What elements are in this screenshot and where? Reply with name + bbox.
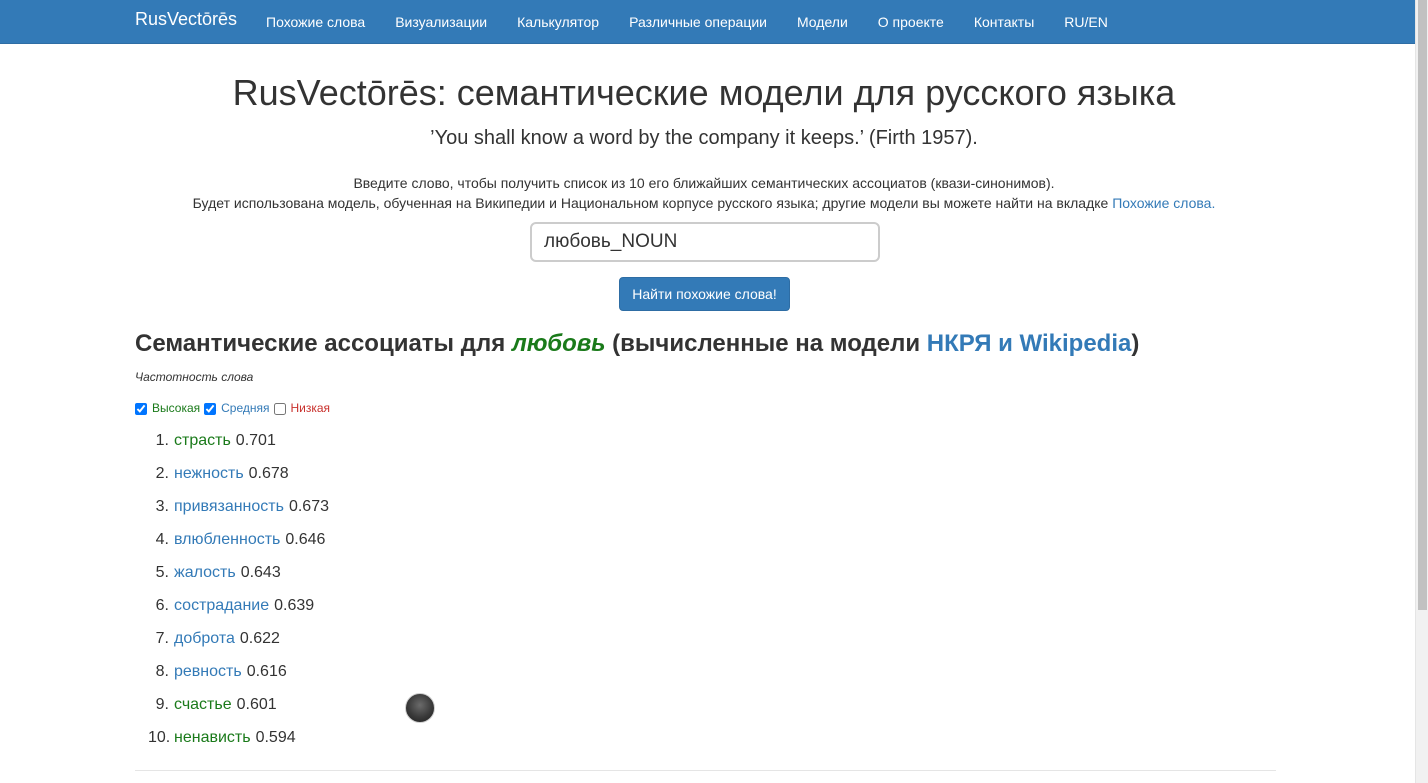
similarity-score: 0.639 (274, 597, 315, 614)
list-item: 10. ненависть 0.594 (148, 727, 329, 760)
similarity-score: 0.622 (239, 630, 280, 647)
intro-line-1: Введите слово, чтобы получить список из … (353, 175, 1055, 191)
list-item: 6. сострадание 0.639 (148, 595, 329, 628)
word-search-input[interactable] (530, 222, 880, 262)
heading-middle: (вычисленные на модели (605, 330, 927, 357)
nav-item-misc-operations[interactable]: Различные операции (614, 12, 782, 32)
query-word: любовь (511, 330, 606, 357)
associate-word-link[interactable]: счастье (174, 694, 232, 727)
list-item: 8. ревность 0.616 (148, 661, 329, 694)
item-number: 3. (155, 498, 169, 515)
similarity-score: 0.643 (240, 564, 281, 581)
high-frequency-checkbox[interactable] (135, 403, 147, 415)
item-number: 9. (155, 696, 169, 713)
page-scrollbar[interactable] (1415, 0, 1428, 783)
item-number: 6. (155, 597, 169, 614)
similar-words-link[interactable]: Похожие слова. (1112, 195, 1215, 211)
results-heading: Семантические ассоциаты для любовь (вычи… (135, 328, 1139, 360)
nav-item-similar-words[interactable]: Похожие слова (252, 12, 380, 32)
similarity-score: 0.701 (235, 432, 276, 449)
nav-item-visualizations[interactable]: Визуализации (380, 12, 502, 32)
associate-word-link[interactable]: доброта (174, 628, 235, 661)
frequency-label: Частотность слова (135, 370, 254, 384)
item-number: 7. (155, 630, 169, 647)
item-number: 1. (155, 432, 169, 449)
item-number: 5. (155, 564, 169, 581)
list-item: 3. привязанность 0.673 (148, 496, 329, 529)
nav-item-contacts[interactable]: Контакты (959, 12, 1049, 32)
list-item: 1. страсть 0.701 (148, 430, 329, 463)
item-number: 8. (155, 663, 169, 680)
heading-prefix: Семантические ассоциаты для (135, 330, 512, 357)
nav-item-models[interactable]: Модели (782, 12, 863, 32)
nav-item-language[interactable]: RU/EN (1049, 12, 1123, 32)
item-number: 2. (155, 465, 169, 482)
list-item: 2. нежность 0.678 (148, 463, 329, 496)
similarity-score: 0.646 (285, 531, 326, 548)
mid-frequency-checkbox[interactable] (204, 403, 217, 415)
nav-item-calculator[interactable]: Калькулятор (502, 12, 614, 32)
list-item: 9. счастье 0.601 (148, 694, 329, 727)
intro-line-2-text: Будет использована модель, обученная на … (192, 195, 1113, 211)
similarity-score: 0.678 (248, 465, 289, 482)
model-link[interactable]: НКРЯ и Wikipedia (927, 330, 1132, 357)
intro-line-2: Будет использована модель, обученная на … (0, 193, 1408, 213)
associate-word-link[interactable]: влюбленность (174, 529, 280, 562)
list-item: 5. жалость 0.643 (148, 562, 329, 595)
low-frequency-checkbox[interactable] (273, 403, 286, 415)
avatar[interactable] (405, 693, 435, 723)
list-item: 7. доброта 0.622 (148, 628, 329, 661)
associate-word-link[interactable]: жалость (174, 562, 236, 595)
associate-word-link[interactable]: ненависть (174, 727, 251, 760)
nav-menu: Похожие слова Визуализации Калькулятор Р… (252, 0, 1123, 44)
high-frequency-label: Высокая (152, 400, 201, 415)
section-divider (135, 770, 1276, 771)
page-title: RusVectōrēs: семантические модели для ру… (232, 72, 1176, 113)
similar-words-list: 1. страсть 0.701 2. нежность 0.678 3. привяза… (148, 430, 329, 760)
intro-text: Введите слово, чтобы получить список из … (0, 173, 1408, 213)
mid-frequency-label: Средняя (221, 400, 270, 415)
heading-suffix: ) (1131, 330, 1140, 357)
frequency-filters: Высокая Средняя Низкая (135, 400, 334, 415)
similarity-score: 0.594 (255, 729, 296, 746)
list-item: 4. влюбленность 0.646 (148, 529, 329, 562)
similarity-score: 0.673 (288, 498, 329, 515)
similarity-score: 0.601 (236, 696, 277, 713)
nav-item-about[interactable]: О проекте (863, 12, 959, 32)
associate-word-link[interactable]: нежность (174, 463, 244, 496)
scrollbar-thumb[interactable] (1418, 0, 1427, 610)
similarity-score: 0.616 (246, 663, 287, 680)
brand-link[interactable]: RusVectōrēs (135, 8, 237, 30)
associate-word-link[interactable]: привязанность (174, 496, 284, 529)
top-navbar: RusVectōrēs Похожие слова Визуализации К… (0, 0, 1415, 44)
find-similar-button[interactable]: Найти похожие слова! (619, 277, 790, 311)
associate-word-link[interactable]: страсть (174, 430, 231, 463)
item-number: 10. (148, 729, 171, 746)
firth-quote: ’You shall know a word by the company it… (430, 127, 978, 149)
low-frequency-label: Низкая (290, 400, 331, 415)
associate-word-link[interactable]: ревность (174, 661, 242, 694)
item-number: 4. (155, 531, 169, 548)
associate-word-link[interactable]: сострадание (174, 595, 269, 628)
